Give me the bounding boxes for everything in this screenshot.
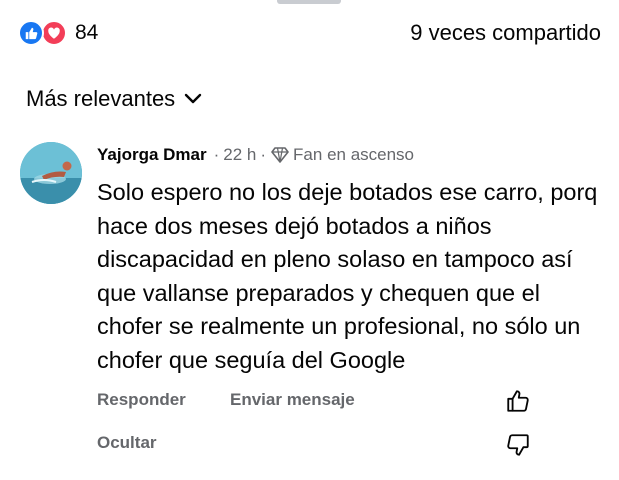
- meta-separator: ·: [213, 145, 220, 164]
- author-name[interactable]: Yajorga Dmar: [97, 145, 207, 165]
- reactions-bar: 84 9 veces compartido: [18, 18, 601, 48]
- sort-label: Más relevantes: [26, 86, 176, 111]
- comment-header: Yajorga Dmar · 22 h · Fan en ascenso: [97, 145, 414, 165]
- love-icon: [41, 20, 67, 46]
- like-icon: [18, 20, 44, 46]
- upvote-button[interactable]: [503, 386, 533, 416]
- comment-time[interactable]: 22 h: [223, 145, 256, 165]
- reply-button[interactable]: Responder: [97, 390, 186, 410]
- send-message-button[interactable]: Enviar mensaje: [230, 390, 355, 410]
- chevron-down-icon: [184, 93, 202, 104]
- fan-badge-label: Fan en ascenso: [293, 145, 415, 164]
- diamond-badge-icon: [271, 146, 289, 164]
- thumbs-down-outline-icon: [507, 434, 529, 456]
- comment-sort-dropdown[interactable]: Más relevantes: [26, 86, 203, 112]
- meta-separator: ·: [260, 145, 267, 164]
- sheet-drag-handle[interactable]: [277, 0, 341, 4]
- reaction-summary[interactable]: 84: [18, 20, 98, 46]
- hide-button[interactable]: Ocultar: [97, 433, 157, 453]
- thumbs-up-outline-icon: [507, 390, 529, 412]
- share-count[interactable]: 9 veces compartido: [410, 20, 601, 46]
- reaction-icons: [18, 20, 71, 46]
- comment-body: Solo espero no los deje botados ese carr…: [97, 179, 598, 373]
- reaction-count: 84: [75, 21, 99, 44]
- avatar[interactable]: [20, 142, 82, 204]
- downvote-button[interactable]: [503, 430, 533, 460]
